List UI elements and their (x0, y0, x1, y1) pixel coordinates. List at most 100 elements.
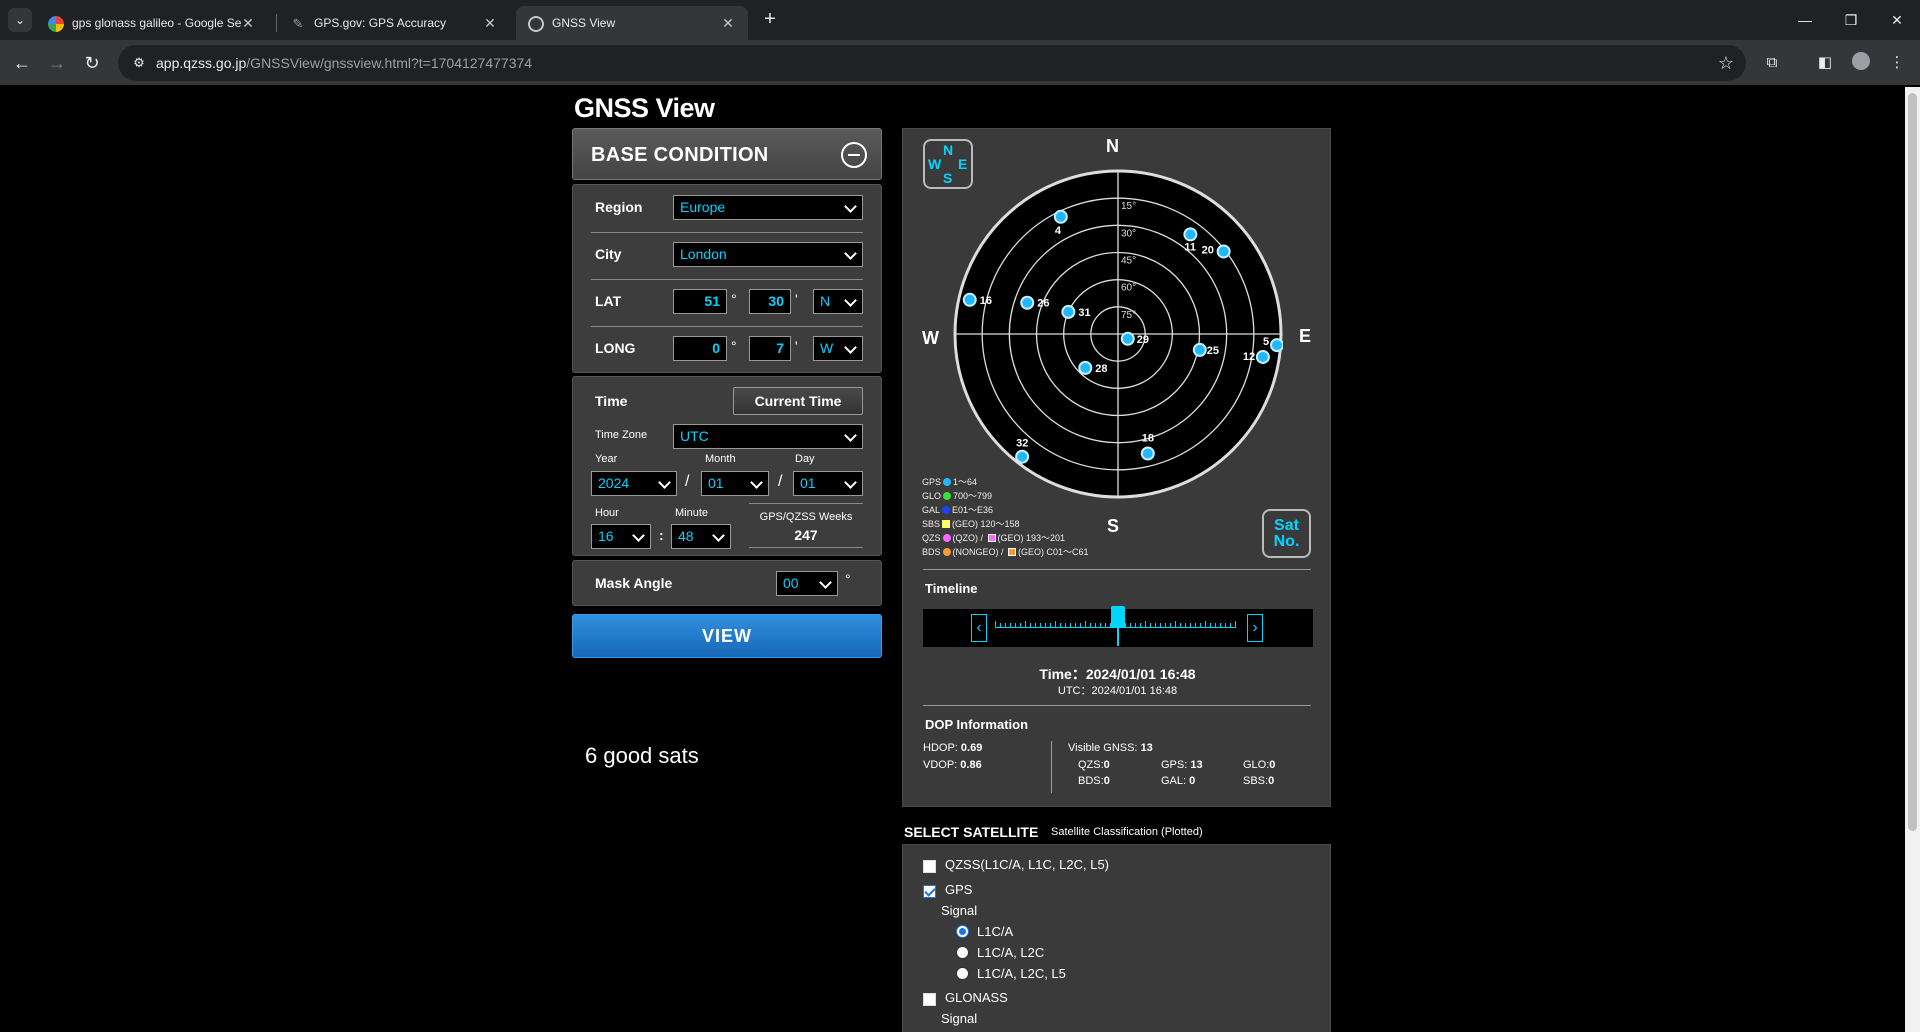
gps-signal-l1ca-l2c-radio[interactable] (956, 946, 969, 959)
direction-east: E (1299, 326, 1312, 346)
legend-marker (943, 492, 952, 500)
satellite-point (1015, 449, 1030, 464)
gps-value: 13 (1190, 759, 1203, 771)
vdop-label: VDOP: (923, 759, 958, 771)
restore-icon[interactable]: ❐ (1828, 0, 1874, 40)
tab-google-search[interactable]: gps glonass galileo - Google Se ✕ (36, 6, 268, 40)
address-bar[interactable]: ⚙ app.qzss.go.jp/GNSSView/gnssview.html?… (118, 45, 1746, 81)
gps-checkbox[interactable] (923, 885, 936, 898)
dop-title: DOP Information (925, 717, 1029, 732)
degree-symbol: ° (845, 571, 851, 587)
side-panel-icon[interactable]: ◧ (1814, 52, 1836, 74)
collapse-icon[interactable] (841, 142, 867, 168)
timeline-tick (1070, 623, 1071, 628)
legend-row: GPS 1～64 (922, 475, 1089, 489)
tab-gps-accuracy[interactable]: ✎ GPS.gov: GPS Accuracy ✕ (278, 6, 510, 40)
gps-weeks-label: GPS/QZSS Weeks (759, 511, 853, 523)
day-select[interactable]: 01 (793, 471, 863, 496)
skyplot-legend: GPS 1～64 GLO 700～799 GAL E01～E36 SBS (GEO) 120～… (922, 475, 1089, 559)
timeline-next-button[interactable]: › (1247, 614, 1263, 642)
timeline-tick (1175, 621, 1176, 628)
long-degree-input[interactable]: 0 (673, 336, 727, 361)
legend-marker (1008, 548, 1017, 556)
satellite-point (1053, 209, 1068, 224)
city-select[interactable]: London (673, 242, 863, 267)
menu-kebab-icon[interactable]: ⋮ (1886, 52, 1908, 74)
tab-title: GNSS View (552, 16, 616, 30)
timeline-tick (1150, 623, 1151, 628)
mask-angle-label: Mask Angle (595, 575, 673, 591)
day-label: Day (795, 453, 815, 465)
divider (749, 503, 863, 504)
close-tab-icon[interactable]: ✕ (238, 13, 258, 33)
timeline-slider[interactable]: ‹ › (923, 606, 1313, 647)
lat-direction-select[interactable]: N (813, 289, 863, 314)
timezone-select[interactable]: UTC (673, 424, 863, 449)
legend-text: E01～E36 (952, 505, 994, 515)
reload-icon[interactable]: ↻ (80, 51, 104, 75)
timeline-tick (1130, 623, 1131, 628)
current-time-button[interactable]: Current Time (733, 387, 863, 415)
skyplot-panel: N W E S N S W E 15° 30° 45° 60° 75° 4 11 20 16 26… (902, 128, 1331, 807)
gps-signal-l1ca-l2c-l5-radio[interactable] (956, 967, 969, 980)
timeline-tick (1120, 623, 1121, 628)
month-label: Month (705, 453, 736, 465)
back-icon[interactable]: ← (10, 51, 34, 75)
timeline-handle[interactable] (1111, 606, 1125, 628)
tab-search-button[interactable]: ⌄ (8, 8, 32, 32)
close-window-icon[interactable]: ✕ (1874, 0, 1920, 40)
timeline-prev-button[interactable]: ‹ (971, 614, 987, 642)
timeline-tick (1225, 623, 1226, 628)
satellite-icon: ✎ (292, 16, 304, 31)
satellite-label: 28 (1095, 363, 1107, 375)
close-tab-icon[interactable]: ✕ (480, 13, 500, 33)
lat-minute-input[interactable]: 30 (749, 289, 791, 314)
long-direction-select[interactable]: W (813, 336, 863, 361)
view-button[interactable]: VIEW (572, 614, 882, 658)
qzss-checkbox[interactable] (923, 860, 936, 873)
timeline-current-line (1117, 628, 1119, 646)
timeline-tick (1190, 623, 1191, 628)
long-minute-input[interactable]: 7 (749, 336, 791, 361)
lat-degree-input[interactable]: 51 (673, 289, 727, 314)
lat-direction-value: N (820, 293, 831, 309)
year-select[interactable]: 2024 (591, 471, 677, 496)
sat-no-toggle-button[interactable]: Sat No. (1262, 509, 1311, 558)
minute-label: Minute (675, 507, 709, 519)
gps-label: GPS (945, 882, 973, 897)
hour-select[interactable]: 16 (591, 524, 651, 549)
bookmark-star-icon[interactable]: ☆ (1718, 53, 1734, 74)
extensions-icon[interactable]: ⧉ (1761, 52, 1783, 74)
legend-marker (942, 506, 951, 514)
legend-row: BDS (NONGEO) / (GEO) C01～C61 (922, 545, 1089, 559)
satellite-point (1183, 227, 1198, 242)
hdop-label: HDOP: (923, 742, 958, 754)
profile-avatar[interactable] (1850, 52, 1872, 74)
visible-gnss: Visible GNSS: 13 (1068, 742, 1153, 754)
new-tab-button[interactable]: + (758, 8, 782, 32)
glonass-checkbox[interactable] (923, 993, 936, 1006)
timeline-tick (1135, 623, 1136, 628)
tab-gnss-view[interactable]: GNSS View ✕ (516, 6, 748, 40)
base-condition-header[interactable]: BASE CONDITION (572, 128, 882, 180)
close-tab-icon[interactable]: ✕ (718, 13, 738, 33)
current-time-display: Time：2024/01/01 16:48 (1039, 666, 1196, 682)
chevron-down-icon (844, 425, 858, 448)
forward-icon[interactable]: → (45, 51, 69, 75)
scrollbar-thumb[interactable] (1908, 93, 1917, 831)
gps-signal-l1ca-radio[interactable] (956, 925, 969, 938)
satellite-label: 12 (1243, 351, 1255, 363)
site-info-icon[interactable]: ⚙ (130, 54, 148, 72)
timeline-tick (1235, 621, 1236, 628)
gps-weeks-value: 247 (794, 527, 818, 543)
mask-angle-select[interactable]: 00 (776, 571, 838, 596)
page-scrollbar[interactable] (1905, 87, 1920, 1032)
current-utc-display: UTC：2024/01/01 16:48 (1057, 685, 1178, 697)
minimize-icon[interactable]: — (1782, 0, 1828, 40)
timeline-tick (1035, 623, 1036, 628)
region-select[interactable]: Europe (673, 195, 863, 220)
month-select[interactable]: 01 (701, 471, 769, 496)
satellite-point (962, 292, 977, 307)
legend-marker (943, 478, 952, 486)
minute-select[interactable]: 48 (671, 524, 731, 549)
